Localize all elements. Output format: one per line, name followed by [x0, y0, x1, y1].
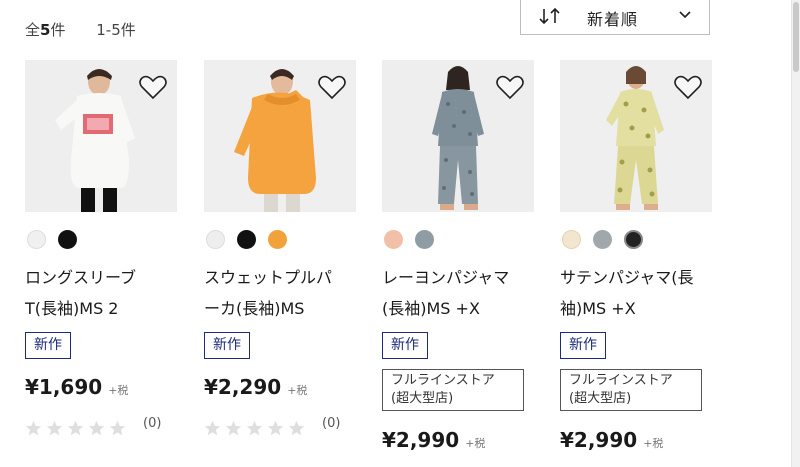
color-swatch[interactable]	[268, 230, 287, 249]
price-value: ¥2,990	[560, 428, 638, 452]
store-badge-line: フルラインストア	[569, 373, 673, 388]
store-badge-line: フルラインストア	[391, 373, 495, 388]
heart-icon[interactable]	[139, 74, 167, 100]
total-prefix: 全	[25, 21, 41, 39]
color-swatch[interactable]	[237, 230, 256, 249]
star-empty-icon	[109, 420, 126, 436]
store-badge-line: (超大型店)	[569, 391, 632, 406]
product-name-line: スウェットプルパ	[204, 268, 333, 287]
heart-icon[interactable]	[318, 74, 346, 100]
new-badge: 新作	[25, 332, 71, 359]
price-value: ¥2,990	[382, 428, 460, 452]
review-count[interactable]: (0)	[143, 416, 161, 431]
product-price: ¥1,690 +税	[25, 375, 128, 399]
product-image[interactable]	[560, 60, 712, 212]
scrollbar-thumb[interactable]	[793, 2, 799, 72]
product-name-line: (長袖)MS +X	[382, 299, 480, 318]
tax-label: +税	[287, 384, 308, 397]
store-badge: フルラインストア (超大型店)	[382, 369, 524, 411]
product-name-line: ロングスリーブ	[25, 268, 137, 287]
new-badge: 新作	[204, 332, 250, 359]
color-swatch[interactable]	[624, 230, 643, 249]
product-image[interactable]	[204, 60, 356, 212]
color-swatch[interactable]	[206, 230, 225, 249]
color-swatch[interactable]	[415, 230, 434, 249]
product-price: ¥2,990 +税	[560, 428, 663, 452]
product-image[interactable]	[25, 60, 177, 212]
chevron-down-icon	[679, 11, 691, 19]
color-swatch[interactable]	[58, 230, 77, 249]
tax-label: +税	[465, 437, 486, 450]
new-badge: 新作	[560, 332, 606, 359]
star-empty-icon	[88, 420, 105, 436]
product-name-line: サテンパジャマ(長	[560, 268, 694, 287]
color-swatch[interactable]	[27, 230, 46, 249]
sort-arrows-icon	[539, 7, 560, 25]
star-empty-icon	[267, 420, 284, 436]
star-empty-icon	[204, 420, 221, 436]
star-empty-icon	[246, 420, 263, 436]
rating-stars	[204, 418, 309, 436]
page-scrollbar[interactable]	[791, 0, 800, 467]
total-count: 5	[40, 21, 51, 39]
star-empty-icon	[25, 420, 42, 436]
price-value: ¥2,290	[204, 375, 282, 399]
star-empty-icon	[67, 420, 84, 436]
product-name-line: レーヨンパジャマ	[382, 268, 510, 287]
price-value: ¥1,690	[25, 375, 103, 399]
product-name[interactable]: レーヨンパジャマ (長袖)MS +X	[382, 262, 540, 324]
new-badge: 新作	[382, 332, 428, 359]
product-card[interactable]: ロングスリーブ T(長袖)MS 2 新作 ¥1,690 +税 (0)	[25, 60, 177, 436]
tax-label: +税	[643, 437, 664, 450]
product-price: ¥2,290 +税	[204, 375, 307, 399]
color-swatch[interactable]	[384, 230, 403, 249]
result-count: 全5件 1-5件	[25, 19, 136, 40]
tax-label: +税	[108, 384, 129, 397]
product-card[interactable]: スウェットプルパ ーカ(長袖)MS 新作 ¥2,290 +税 (0)	[204, 60, 356, 436]
product-name[interactable]: スウェットプルパ ーカ(長袖)MS	[204, 262, 362, 324]
store-badge-line: (超大型店)	[391, 391, 454, 406]
heart-icon[interactable]	[674, 74, 702, 100]
review-count[interactable]: (0)	[322, 416, 340, 431]
star-empty-icon	[225, 420, 242, 436]
rating-stars	[25, 418, 130, 436]
color-swatch[interactable]	[562, 230, 581, 249]
product-name-line: T(長袖)MS 2	[25, 299, 119, 318]
product-name[interactable]: サテンパジャマ(長 袖)MS +X	[560, 262, 718, 324]
store-badge: フルラインストア (超大型店)	[560, 369, 702, 411]
star-empty-icon	[288, 420, 305, 436]
sort-label: 新着順	[587, 10, 639, 29]
color-swatch[interactable]	[593, 230, 612, 249]
star-empty-icon	[46, 420, 63, 436]
product-card[interactable]: レーヨンパジャマ (長袖)MS +X 新作 フルラインストア (超大型店) ¥2…	[382, 60, 534, 452]
total-suffix: 件	[50, 21, 66, 39]
product-name-line: ーカ(長袖)MS	[204, 299, 305, 318]
product-name[interactable]: ロングスリーブ T(長袖)MS 2	[25, 262, 183, 324]
sort-dropdown[interactable]: 新着順	[520, 0, 710, 35]
product-price: ¥2,990 +税	[382, 428, 485, 452]
product-name-line: 袖)MS +X	[560, 299, 636, 318]
product-card[interactable]: サテンパジャマ(長 袖)MS +X 新作 フルラインストア (超大型店) ¥2,…	[560, 60, 712, 452]
product-image[interactable]	[382, 60, 534, 212]
result-range: 1-5件	[96, 21, 136, 39]
heart-icon[interactable]	[496, 74, 524, 100]
